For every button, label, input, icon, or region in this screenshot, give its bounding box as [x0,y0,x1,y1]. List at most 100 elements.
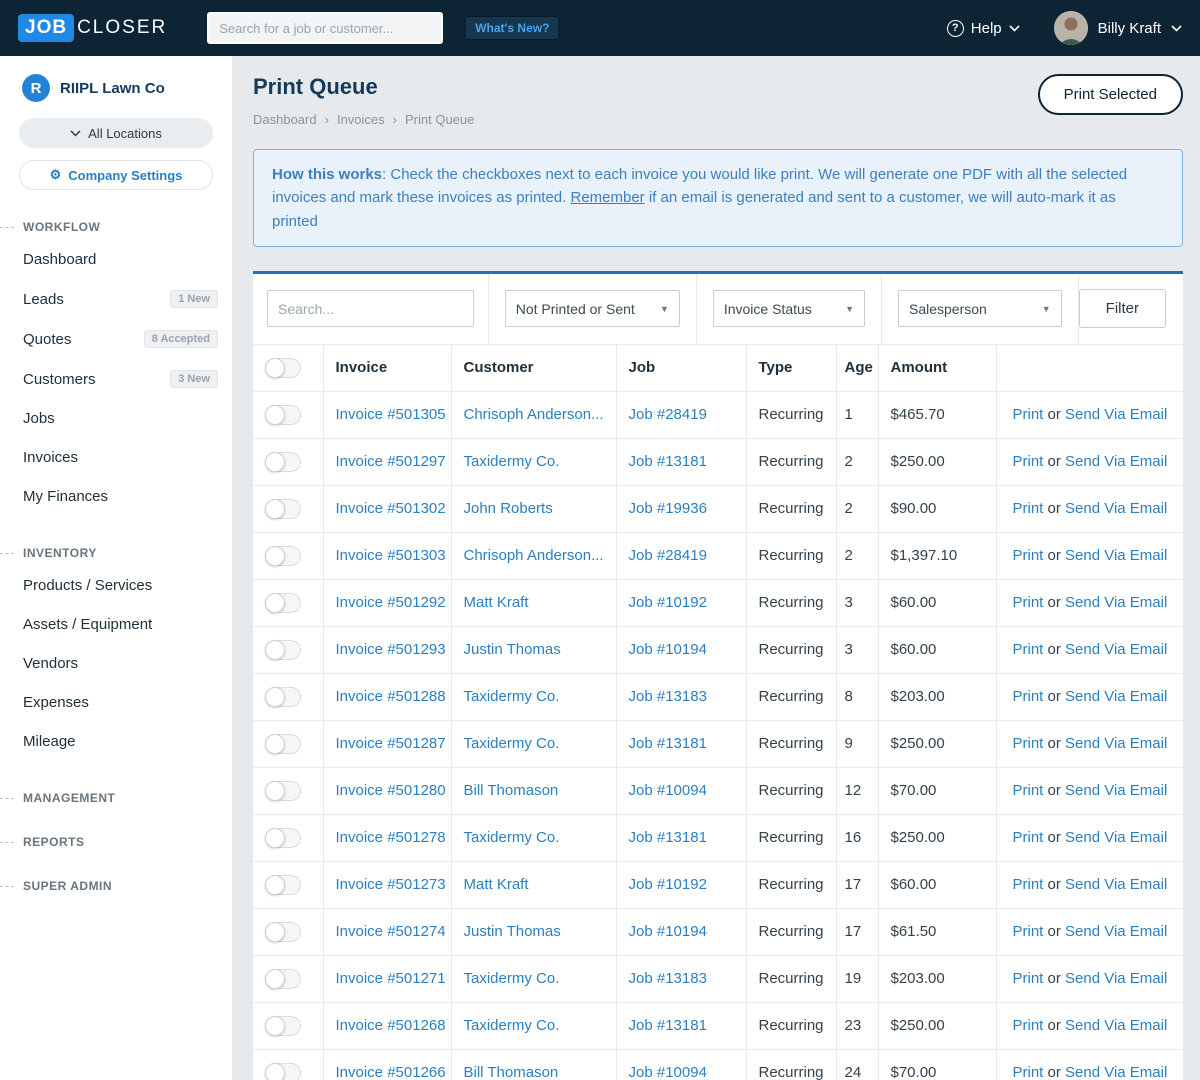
job-link[interactable]: Job #10194 [629,641,707,658]
send-via-email-link[interactable]: Send Via Email [1065,782,1167,799]
invoice-link[interactable]: Invoice #501278 [336,829,446,846]
sidebar-item-leads[interactable]: Leads 1 New [0,279,232,319]
select-all-toggle[interactable] [265,357,301,378]
row-select-toggle[interactable] [265,921,301,942]
row-select-toggle[interactable] [265,592,301,613]
job-link[interactable]: Job #10194 [629,923,707,940]
row-select-toggle[interactable] [265,874,301,895]
breadcrumb-invoices[interactable]: Invoices [337,112,385,127]
invoice-link[interactable]: Invoice #501274 [336,923,446,940]
send-via-email-link[interactable]: Send Via Email [1065,829,1167,846]
table-search-input[interactable] [267,290,474,328]
locations-dropdown[interactable]: All Locations [19,118,213,148]
customer-link[interactable]: Taxidermy Co. [464,688,560,705]
row-select-toggle[interactable] [265,498,301,519]
sidebar-item-vendors[interactable]: Vendors [0,644,232,683]
help-menu[interactable]: ? Help [946,19,1020,37]
row-select-toggle[interactable] [265,639,301,660]
print-link[interactable]: Print [1013,688,1044,705]
invoice-link[interactable]: Invoice #501273 [336,876,446,893]
customer-link[interactable]: Justin Thomas [464,641,561,658]
job-link[interactable]: Job #28419 [629,547,707,564]
job-link[interactable]: Job #13181 [629,829,707,846]
send-via-email-link[interactable]: Send Via Email [1065,923,1167,940]
sidebar-item-my-finances[interactable]: My Finances [0,477,232,516]
print-link[interactable]: Print [1013,782,1044,799]
print-link[interactable]: Print [1013,1017,1044,1034]
send-via-email-link[interactable]: Send Via Email [1065,1064,1167,1080]
customer-link[interactable]: Chrisoph Anderson... [464,547,604,564]
job-link[interactable]: Job #13181 [629,1017,707,1034]
send-via-email-link[interactable]: Send Via Email [1065,970,1167,987]
job-link[interactable]: Job #10192 [629,876,707,893]
invoice-link[interactable]: Invoice #501303 [336,547,446,564]
sidebar-item-dashboard[interactable]: Dashboard [0,240,232,279]
print-link[interactable]: Print [1013,1064,1044,1080]
sidebar-item-expenses[interactable]: Expenses [0,683,232,722]
print-link[interactable]: Print [1013,406,1044,423]
job-link[interactable]: Job #13181 [629,735,707,752]
section-super-admin[interactable]: SUPER ADMIN [0,879,232,893]
invoice-status-select[interactable]: Invoice Status ▼ [712,290,866,328]
customer-link[interactable]: Taxidermy Co. [464,970,560,987]
job-link[interactable]: Job #13183 [629,688,707,705]
print-selected-button[interactable]: Print Selected [1037,74,1183,115]
sidebar-item-invoices[interactable]: Invoices [0,438,232,477]
user-menu[interactable]: Billy Kraft [1053,11,1182,45]
row-select-toggle[interactable] [265,545,301,566]
sidebar-item-mileage[interactable]: Mileage [0,722,232,761]
sidebar-item-quotes[interactable]: Quotes 8 Accepted [0,319,232,359]
global-search-input[interactable] [207,12,444,44]
print-link[interactable]: Print [1013,735,1044,752]
customer-link[interactable]: Taxidermy Co. [464,829,560,846]
customer-link[interactable]: Chrisoph Anderson... [464,406,604,423]
invoice-link[interactable]: Invoice #501293 [336,641,446,658]
customer-link[interactable]: John Roberts [464,500,553,517]
send-via-email-link[interactable]: Send Via Email [1065,641,1167,658]
print-link[interactable]: Print [1013,500,1044,517]
breadcrumb-dashboard[interactable]: Dashboard [253,112,317,127]
customer-link[interactable]: Taxidermy Co. [464,735,560,752]
customer-link[interactable]: Matt Kraft [464,594,529,611]
invoice-link[interactable]: Invoice #501287 [336,735,446,752]
invoice-link[interactable]: Invoice #501268 [336,1017,446,1034]
job-link[interactable]: Job #10094 [629,1064,707,1080]
row-select-toggle[interactable] [265,733,301,754]
salesperson-select[interactable]: Salesperson ▼ [898,290,1062,328]
send-via-email-link[interactable]: Send Via Email [1065,500,1167,517]
print-link[interactable]: Print [1013,876,1044,893]
customer-link[interactable]: Taxidermy Co. [464,453,560,470]
row-select-toggle[interactable] [265,1062,301,1080]
job-link[interactable]: Job #13183 [629,970,707,987]
job-link[interactable]: Job #13181 [629,453,707,470]
send-via-email-link[interactable]: Send Via Email [1065,876,1167,893]
invoice-link[interactable]: Invoice #501292 [336,594,446,611]
whats-new-button[interactable]: What's New? [465,16,560,40]
send-via-email-link[interactable]: Send Via Email [1065,1017,1167,1034]
company-switcher[interactable]: R RIIPL Lawn Co [0,74,232,102]
invoice-link[interactable]: Invoice #501280 [336,782,446,799]
job-link[interactable]: Job #28419 [629,406,707,423]
row-select-toggle[interactable] [265,686,301,707]
print-link[interactable]: Print [1013,453,1044,470]
section-reports[interactable]: REPORTS [0,835,232,849]
job-link[interactable]: Job #10192 [629,594,707,611]
invoice-link[interactable]: Invoice #501305 [336,406,446,423]
job-link[interactable]: Job #19936 [629,500,707,517]
sidebar-item-jobs[interactable]: Jobs [0,399,232,438]
customer-link[interactable]: Justin Thomas [464,923,561,940]
sidebar-item-products-services[interactable]: Products / Services [0,566,232,605]
row-select-toggle[interactable] [265,968,301,989]
sidebar-item-assets-equipment[interactable]: Assets / Equipment [0,605,232,644]
row-select-toggle[interactable] [265,451,301,472]
section-management[interactable]: MANAGEMENT [0,791,232,805]
invoice-link[interactable]: Invoice #501271 [336,970,446,987]
print-link[interactable]: Print [1013,641,1044,658]
row-select-toggle[interactable] [265,1015,301,1036]
customer-link[interactable]: Taxidermy Co. [464,1017,560,1034]
customer-link[interactable]: Bill Thomason [464,1064,559,1080]
invoice-link[interactable]: Invoice #501297 [336,453,446,470]
customer-link[interactable]: Bill Thomason [464,782,559,799]
app-logo[interactable]: JOB CLOSER [18,14,167,42]
filter-button[interactable]: Filter [1078,289,1166,329]
